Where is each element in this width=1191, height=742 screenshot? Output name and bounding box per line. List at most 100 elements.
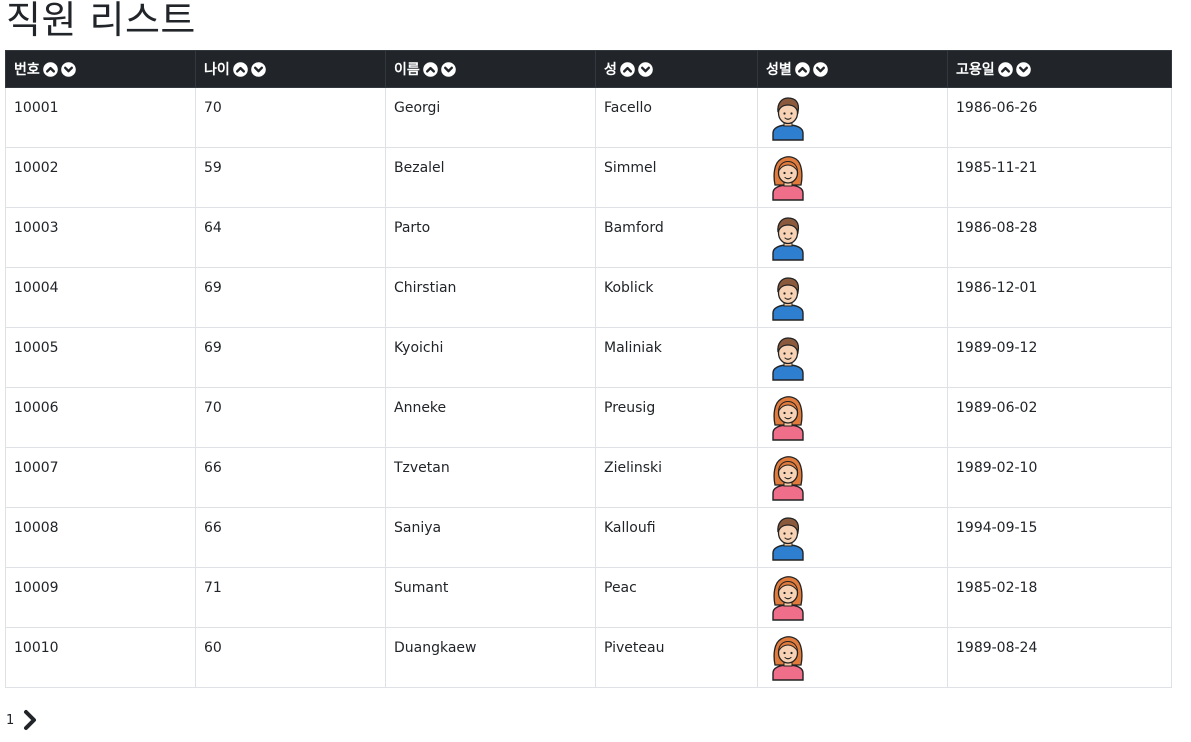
table-row: 10010 60 Duangkaew Piveteau 1989-08-24 xyxy=(5,627,1172,688)
female-avatar-icon xyxy=(766,635,939,681)
table-row: 10007 66 Tzvetan Zielinski 1989-02-10 xyxy=(5,447,1172,508)
last-name-cell: Maliniak xyxy=(595,327,758,388)
chevron-up-circle-icon[interactable] xyxy=(620,61,635,77)
table-row: 10008 66 Saniya Kalloufi 1994-09-15 xyxy=(5,507,1172,568)
table-row: 10005 69 Kyoichi Maliniak 1989-09-12 xyxy=(5,327,1172,388)
gender-cell xyxy=(757,327,948,388)
female-avatar-icon xyxy=(766,395,939,441)
first-name-cell: Parto xyxy=(385,207,596,268)
chevron-up-circle-icon[interactable] xyxy=(997,61,1013,77)
column-header-label: 번호 xyxy=(14,62,40,78)
hire-date-cell: 1986-06-26 xyxy=(947,87,1172,148)
first-name-cell: Chirstian xyxy=(385,267,596,328)
page-number-link[interactable]: 1 xyxy=(6,713,14,728)
column-header-label: 이름 xyxy=(394,62,420,78)
first-name-cell: Duangkaew xyxy=(385,627,596,688)
emp-no-cell: 10003 xyxy=(5,207,196,268)
column-header-emp-no: 번호 xyxy=(5,50,196,88)
chevron-down-circle-icon[interactable] xyxy=(440,61,456,77)
table-header: 번호 나이 이름 성 성별 고용일 xyxy=(5,50,1172,88)
last-name-cell: Simmel xyxy=(595,147,758,208)
first-name-cell: Saniya xyxy=(385,507,596,568)
gender-cell xyxy=(757,627,948,688)
male-avatar-icon xyxy=(766,515,939,561)
emp-no-cell: 10004 xyxy=(5,267,196,328)
gender-cell xyxy=(757,267,948,328)
column-header-label: 나이 xyxy=(204,62,230,78)
chevron-down-circle-icon[interactable] xyxy=(1015,61,1031,77)
column-header-hire-date: 고용일 xyxy=(947,50,1172,88)
gender-cell xyxy=(757,87,948,148)
column-header-label: 성 xyxy=(604,62,617,78)
page-title: 직원 리스트 xyxy=(6,0,196,42)
last-name-cell: Facello xyxy=(595,87,758,148)
male-avatar-icon xyxy=(766,215,939,261)
gender-cell xyxy=(757,387,948,448)
gender-cell xyxy=(757,207,948,268)
first-name-cell: Anneke xyxy=(385,387,596,448)
age-cell: 60 xyxy=(195,627,386,688)
hire-date-cell: 1985-02-18 xyxy=(947,567,1172,628)
table-row: 10006 70 Anneke Preusig 1989-06-02 xyxy=(5,387,1172,448)
male-avatar-icon xyxy=(766,95,939,141)
female-avatar-icon xyxy=(766,455,939,501)
table-row: 10001 70 Georgi Facello 1986-06-26 xyxy=(5,87,1172,148)
chevron-down-circle-icon[interactable] xyxy=(250,61,266,77)
hire-date-cell: 1994-09-15 xyxy=(947,507,1172,568)
hire-date-cell: 1986-08-28 xyxy=(947,207,1172,268)
gender-cell xyxy=(757,567,948,628)
gender-cell xyxy=(757,147,948,208)
hire-date-cell: 1986-12-01 xyxy=(947,267,1172,328)
male-avatar-icon xyxy=(766,275,939,321)
age-cell: 69 xyxy=(195,327,386,388)
age-cell: 64 xyxy=(195,207,386,268)
emp-no-cell: 10010 xyxy=(5,627,196,688)
column-header-label: 성별 xyxy=(766,62,792,78)
table-row: 10003 64 Parto Bamford 1986-08-28 xyxy=(5,207,1172,268)
first-name-cell: Georgi xyxy=(385,87,596,148)
emp-no-cell: 10005 xyxy=(5,327,196,388)
column-header-gender: 성별 xyxy=(757,50,948,88)
table-row: 10002 59 Bezalel Simmel 1985-11-21 xyxy=(5,147,1172,208)
emp-no-cell: 10008 xyxy=(5,507,196,568)
column-header-age: 나이 xyxy=(195,50,386,88)
column-header-label: 고용일 xyxy=(956,62,995,78)
chevron-up-circle-icon[interactable] xyxy=(794,61,810,77)
emp-no-cell: 10002 xyxy=(5,147,196,208)
last-name-cell: Bamford xyxy=(595,207,758,268)
last-name-cell: Piveteau xyxy=(595,627,758,688)
age-cell: 71 xyxy=(195,567,386,628)
chevron-up-circle-icon[interactable] xyxy=(232,61,248,77)
female-avatar-icon xyxy=(766,575,939,621)
last-name-cell: Peac xyxy=(595,567,758,628)
employee-table: 번호 나이 이름 성 성별 고용일 10001 70 Georgi Facello 1986-06… xyxy=(5,50,1172,688)
emp-no-cell: 10001 xyxy=(5,87,196,148)
age-cell: 69 xyxy=(195,267,386,328)
emp-no-cell: 10007 xyxy=(5,447,196,508)
last-name-cell: Kalloufi xyxy=(595,507,758,568)
hire-date-cell: 1989-08-24 xyxy=(947,627,1172,688)
age-cell: 66 xyxy=(195,507,386,568)
chevron-up-circle-icon[interactable] xyxy=(422,61,438,77)
emp-no-cell: 10006 xyxy=(5,387,196,448)
hire-date-cell: 1985-11-21 xyxy=(947,147,1172,208)
first-name-cell: Sumant xyxy=(385,567,596,628)
chevron-down-circle-icon[interactable] xyxy=(812,61,828,77)
hire-date-cell: 1989-02-10 xyxy=(947,447,1172,508)
age-cell: 66 xyxy=(195,447,386,508)
gender-cell xyxy=(757,507,948,568)
chevron-up-circle-icon[interactable] xyxy=(42,61,58,77)
column-header-last-name: 성 xyxy=(595,50,758,88)
column-header-first-name: 이름 xyxy=(385,50,596,88)
chevron-down-circle-icon[interactable] xyxy=(638,61,653,77)
hire-date-cell: 1989-06-02 xyxy=(947,387,1172,448)
chevron-down-circle-icon[interactable] xyxy=(60,61,76,77)
last-name-cell: Preusig xyxy=(595,387,758,448)
male-avatar-icon xyxy=(766,335,939,381)
hire-date-cell: 1989-09-12 xyxy=(947,327,1172,388)
first-name-cell: Bezalel xyxy=(385,147,596,208)
table-row: 10009 71 Sumant Peac 1985-02-18 xyxy=(5,567,1172,628)
first-name-cell: Tzvetan xyxy=(385,447,596,508)
last-name-cell: Zielinski xyxy=(595,447,758,508)
chevron-right-icon[interactable] xyxy=(22,709,38,731)
